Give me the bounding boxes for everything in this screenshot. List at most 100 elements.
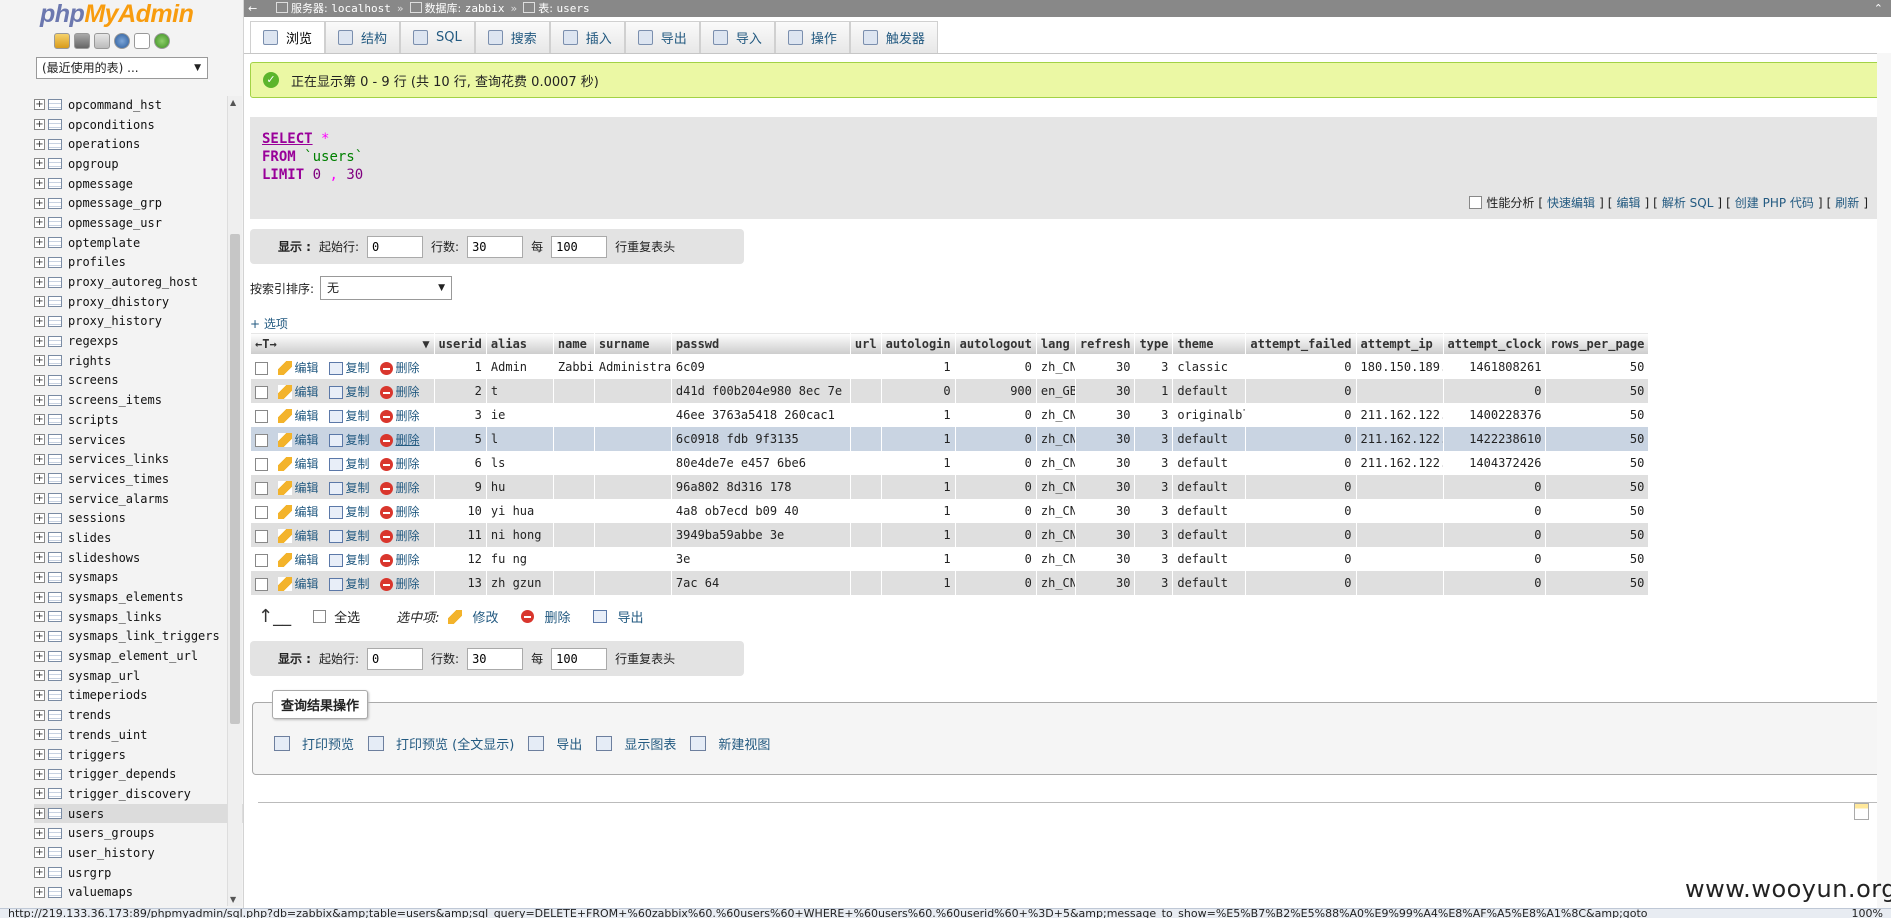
expand-icon[interactable]: +: [34, 670, 45, 682]
cell-lang[interactable]: zh_CN: [1036, 547, 1076, 571]
edit-icon[interactable]: [277, 409, 292, 423]
table-icon[interactable]: [48, 315, 62, 327]
tree-item[interactable]: + rights: [34, 351, 229, 371]
cell-rows-per-page[interactable]: 50: [1545, 571, 1650, 595]
cell-userid[interactable]: 1: [434, 354, 487, 379]
options-link[interactable]: + 选项: [250, 315, 288, 332]
table-icon[interactable]: [48, 788, 62, 800]
cell-passwd[interactable]: 96a802 8d316 178: [671, 475, 851, 499]
back-arrow-icon[interactable]: ←: [248, 0, 257, 17]
cell-name[interactable]: [553, 475, 595, 499]
cell-attempt-clock[interactable]: 1404372426: [1443, 451, 1547, 475]
table-icon[interactable]: [48, 158, 62, 170]
table-icon[interactable]: [48, 827, 62, 839]
cell-type[interactable]: 3: [1134, 499, 1174, 523]
nav-scroll-thumb[interactable]: [230, 234, 240, 724]
column-header-attempt-clock[interactable]: attempt_clock: [1442, 332, 1547, 355]
column-header-refresh[interactable]: refresh: [1074, 332, 1136, 355]
cell-passwd[interactable]: d41d f00b204e980 8ec 7e: [671, 379, 851, 403]
column-header-autologin[interactable]: autologin: [880, 332, 956, 355]
cell-alias[interactable]: ls: [486, 451, 554, 475]
cell-theme[interactable]: default: [1172, 427, 1247, 451]
cell-attempt-failed[interactable]: 0: [1245, 475, 1357, 499]
table-icon[interactable]: [48, 512, 62, 524]
cell-surname[interactable]: Administrator: [594, 354, 672, 379]
column-header-url[interactable]: url: [849, 332, 882, 355]
cell-refresh[interactable]: 30: [1075, 354, 1136, 379]
cell-theme[interactable]: default: [1172, 451, 1247, 475]
copy-icon[interactable]: [328, 457, 343, 471]
start-row-input[interactable]: [367, 647, 424, 670]
copy-icon[interactable]: [328, 385, 343, 399]
cell-alias[interactable]: ie: [486, 403, 554, 427]
expand-icon[interactable]: +: [34, 119, 45, 131]
table-icon[interactable]: [48, 99, 62, 111]
console-icon[interactable]: [1854, 803, 1869, 820]
select-all-checkbox[interactable]: [313, 610, 327, 623]
tree-item-label[interactable]: optemplate: [68, 236, 140, 250]
cell-alias[interactable]: hu: [486, 475, 554, 499]
copy-icon[interactable]: [328, 577, 343, 591]
column-header-userid[interactable]: userid: [433, 332, 487, 355]
tree-item[interactable]: + service_alarms: [34, 489, 229, 509]
cell-attempt-failed[interactable]: 0: [1245, 427, 1357, 451]
tree-item-label[interactable]: sysmaps_link_triggers: [68, 629, 220, 643]
table-icon[interactable]: [48, 296, 62, 308]
cell-lang[interactable]: zh_CN: [1036, 523, 1076, 547]
table-row[interactable]: 编辑 复制 删除 11 ni hong 3949ba59abbe 3e 1 0 zh_CN 30 3…: [250, 523, 1650, 547]
table-icon[interactable]: [48, 394, 62, 406]
tree-item-label[interactable]: slideshows: [68, 551, 140, 565]
row-checkbox[interactable]: [254, 409, 268, 423]
cell-type[interactable]: 3: [1134, 427, 1174, 451]
table-icon[interactable]: [48, 197, 62, 209]
table-row[interactable]: 编辑 复制 删除 5 l 6c0918 fdb 9f3135 1 0 zh_CN 30 3 defau…: [250, 427, 1650, 451]
cell-type[interactable]: 3: [1134, 523, 1174, 547]
cell-attempt-ip[interactable]: 211.162.122.53: [1356, 427, 1444, 451]
cell-surname[interactable]: [594, 571, 672, 595]
bulk-delete-button[interactable]: 删除: [545, 607, 571, 626]
cell-attempt-clock[interactable]: 1400228376: [1443, 403, 1547, 427]
cell-rows-per-page[interactable]: 50: [1545, 499, 1650, 523]
row-edit-link[interactable]: 编辑: [295, 457, 319, 471]
expand-icon[interactable]: +: [34, 138, 45, 150]
start-row-input[interactable]: [367, 235, 424, 258]
tree-item[interactable]: + trigger_depends: [34, 764, 229, 784]
row-copy-link[interactable]: 复制: [346, 529, 370, 543]
table-icon[interactable]: [48, 256, 62, 268]
cell-surname[interactable]: [594, 451, 672, 475]
tree-item[interactable]: + opmessage_grp: [34, 193, 229, 213]
database-icon[interactable]: [74, 33, 90, 49]
tree-item[interactable]: + regexps: [34, 331, 229, 351]
table-icon[interactable]: [48, 178, 62, 190]
cell-rows-per-page[interactable]: 50: [1545, 354, 1650, 379]
expand-icon[interactable]: +: [34, 689, 45, 701]
tree-item[interactable]: + services_times: [34, 469, 229, 489]
cell-refresh[interactable]: 30: [1075, 571, 1136, 595]
tree-item[interactable]: + usrgrp: [34, 863, 229, 883]
row-delete-link[interactable]: 删除: [396, 409, 420, 423]
row-delete-link[interactable]: 删除: [396, 529, 420, 543]
table-icon[interactable]: [48, 630, 62, 642]
tree-item-label[interactable]: trends: [68, 708, 111, 722]
cell-surname[interactable]: [594, 499, 672, 523]
profiling-checkbox[interactable]: [1469, 196, 1483, 209]
tree-item[interactable]: + users_groups: [34, 823, 229, 843]
row-checkbox[interactable]: [254, 433, 268, 447]
tree-item-label[interactable]: slides: [68, 531, 111, 545]
collapse-icon[interactable]: ⌃: [1874, 0, 1883, 17]
column-header-surname[interactable]: surname: [593, 332, 672, 355]
cell-name[interactable]: [553, 523, 595, 547]
cell-userid[interactable]: 10: [434, 499, 487, 523]
cell-passwd[interactable]: 46ee 3763a5418 260cac1: [671, 403, 851, 427]
cell-rows-per-page[interactable]: 50: [1545, 523, 1650, 547]
row-delete-link[interactable]: 删除: [396, 553, 420, 567]
tree-item-label[interactable]: trigger_depends: [68, 767, 176, 781]
table-icon[interactable]: [48, 414, 62, 426]
tree-item[interactable]: + sessions: [34, 508, 229, 528]
table-icon[interactable]: [48, 453, 62, 465]
row-delete-link[interactable]: 删除: [396, 481, 420, 495]
cell-url[interactable]: [850, 571, 882, 595]
cell-autologin[interactable]: 0: [881, 379, 956, 403]
expand-columns-icon[interactable]: ←T→: [255, 337, 277, 351]
expand-icon[interactable]: +: [34, 256, 45, 268]
